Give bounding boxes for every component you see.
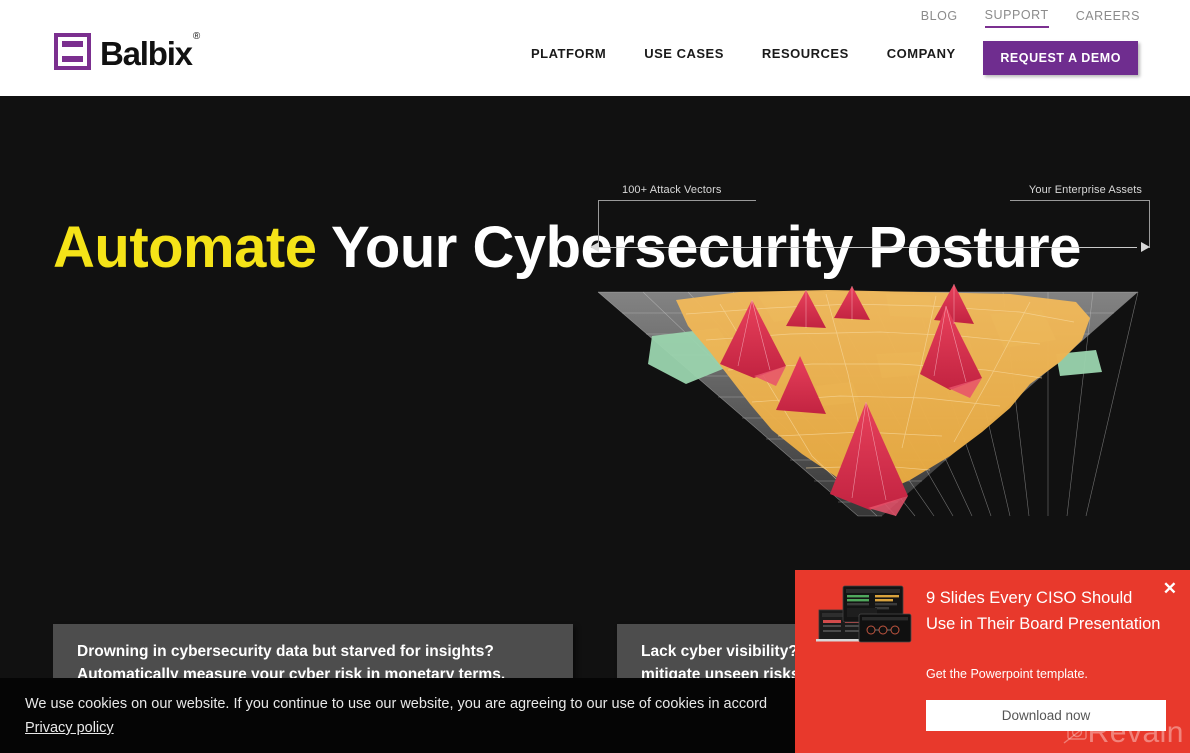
nav-item-platform[interactable]: PLATFORM <box>531 46 606 61</box>
logo-wordmark: Balbix® <box>100 31 200 72</box>
trademark-symbol: ® <box>192 31 200 42</box>
promo-subtitle: Get the Powerpoint template. <box>926 667 1088 681</box>
site-header: BLOG SUPPORT CAREERS Balbix® PLATFORM US… <box>0 0 1190 96</box>
main-nav: PLATFORM USE CASES RESOURCES COMPANY <box>531 46 994 61</box>
utility-link-support[interactable]: SUPPORT <box>984 8 1049 28</box>
nav-item-resources[interactable]: RESOURCES <box>762 46 849 61</box>
site-logo[interactable]: Balbix® <box>54 31 200 72</box>
viz-tick-right <box>1149 200 1150 248</box>
terrain-plane <box>590 244 1150 574</box>
dashboard-thumbnail-icon <box>816 585 912 643</box>
headline-accent: Automate <box>53 215 317 280</box>
utility-nav: BLOG SUPPORT CAREERS <box>921 8 1140 28</box>
request-demo-button[interactable]: REQUEST A DEMO <box>983 41 1138 75</box>
balbix-logo-icon <box>54 33 91 70</box>
utility-link-blog[interactable]: BLOG <box>921 9 958 27</box>
download-now-button[interactable]: Download now <box>926 700 1166 731</box>
viz-bracket-left <box>598 200 756 201</box>
viz-bracket-right <box>1010 200 1150 201</box>
terrain-graphic-icon <box>597 284 1139 517</box>
viz-tick-left <box>598 200 599 248</box>
nav-item-company[interactable]: COMPANY <box>887 46 956 61</box>
privacy-policy-link[interactable]: Privacy policy <box>25 720 114 736</box>
viz-label-enterprise-assets: Your Enterprise Assets <box>1028 184 1142 196</box>
risk-heatmap-visual: 100+ Attack Vectors Your Enterprise Asse… <box>590 176 1150 576</box>
promo-title: 9 Slides Every CISO Should Use in Their … <box>926 589 1161 633</box>
promo-popup: ✕ 9 Slides Every CISO Should Use in Thei… <box>795 570 1190 753</box>
nav-item-use-cases[interactable]: USE CASES <box>644 46 724 61</box>
cookie-banner-text: We use cookies on our website. If you co… <box>25 696 768 712</box>
utility-link-careers[interactable]: CAREERS <box>1076 9 1140 27</box>
viz-label-attack-vectors: 100+ Attack Vectors <box>622 184 722 196</box>
logo-text: Balbix <box>100 35 193 72</box>
